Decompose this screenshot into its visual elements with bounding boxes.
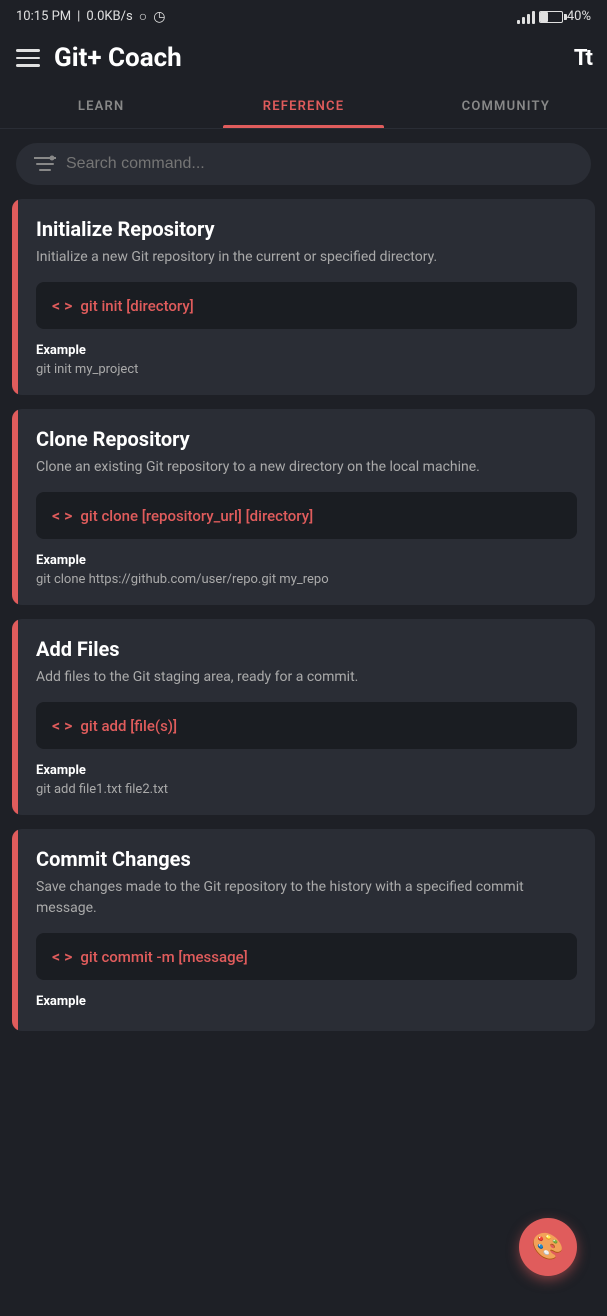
battery-percent: 40% xyxy=(567,9,591,24)
fab-icon: 🎨 xyxy=(532,1232,564,1262)
status-network-speed: 0.0KB/s xyxy=(86,9,132,24)
card-add[interactable]: Add Files Add files to the Git staging a… xyxy=(12,619,595,815)
search-bar xyxy=(16,143,591,185)
tab-community[interactable]: COMMUNITY xyxy=(405,87,607,128)
tab-reference[interactable]: REFERENCE xyxy=(202,87,404,128)
search-input[interactable] xyxy=(66,155,573,173)
card-clone-command: git clone [repository_url] [directory] xyxy=(80,507,313,525)
card-clone-example-text: git clone https://github.com/user/repo.g… xyxy=(36,572,577,587)
card-add-example-label: Example xyxy=(36,763,577,778)
status-bar: 10:15 PM | 0.0KB/s ○ ◷ 40% xyxy=(0,0,607,33)
code-brackets-icon: < > xyxy=(52,296,72,315)
status-right: 40% xyxy=(517,9,591,24)
menu-button[interactable] xyxy=(16,49,40,67)
signal-bar-1 xyxy=(517,20,520,24)
card-add-title: Add Files xyxy=(36,637,577,661)
card-init-description: Initialize a new Git repository in the c… xyxy=(36,247,577,268)
search-container xyxy=(0,129,607,199)
font-size-button[interactable]: Tt xyxy=(574,46,591,71)
card-commit-command: git commit -m [message] xyxy=(80,948,247,966)
app-bar: Git+ Coach Tt xyxy=(0,33,607,87)
signal-bar-2 xyxy=(522,17,525,24)
card-add-description: Add files to the Git staging area, ready… xyxy=(36,667,577,688)
fab-button[interactable]: 🎨 xyxy=(519,1218,577,1276)
card-clone-command-box: < > git clone [repository_url] [director… xyxy=(36,492,577,539)
card-init-title: Initialize Repository xyxy=(36,217,577,241)
card-add-command-box: < > git add [file(s)] xyxy=(36,702,577,749)
card-init-example-text: git init my_project xyxy=(36,362,577,377)
signal-bar-3 xyxy=(527,14,530,24)
card-add-command: git add [file(s)] xyxy=(80,717,177,735)
card-commit-example-label: Example xyxy=(36,994,577,1009)
card-commit-command-box: < > git commit -m [message] xyxy=(36,933,577,980)
tab-bar: LEARN REFERENCE COMMUNITY xyxy=(0,87,607,129)
code-brackets-icon: < > xyxy=(52,506,72,525)
card-init-example-label: Example xyxy=(36,343,577,358)
status-left: 10:15 PM | 0.0KB/s ○ ◷ xyxy=(16,8,165,25)
notification-icon: ○ xyxy=(139,8,147,25)
tab-learn[interactable]: LEARN xyxy=(0,87,202,128)
card-clone-example-label: Example xyxy=(36,553,577,568)
card-commit[interactable]: Commit Changes Save changes made to the … xyxy=(12,829,595,1031)
battery-icon xyxy=(539,11,563,23)
card-commit-title: Commit Changes xyxy=(36,847,577,871)
card-clone-title: Clone Repository xyxy=(36,427,577,451)
signal-bars xyxy=(517,10,535,24)
card-init-command-box: < > git init [directory] xyxy=(36,282,577,329)
card-clone-description: Clone an existing Git repository to a ne… xyxy=(36,457,577,478)
status-time: 10:15 PM xyxy=(16,9,71,24)
card-init[interactable]: Initialize Repository Initialize a new G… xyxy=(12,199,595,395)
cards-container: Initialize Repository Initialize a new G… xyxy=(0,199,607,1105)
search-filter-icon xyxy=(34,155,56,173)
clock-icon: ◷ xyxy=(153,9,165,25)
bottom-spacer xyxy=(12,1045,595,1105)
card-add-example-text: git add file1.txt file2.txt xyxy=(36,782,577,797)
signal-bar-4 xyxy=(532,11,535,24)
app-title: Git+ Coach xyxy=(54,43,182,73)
app-bar-left: Git+ Coach xyxy=(16,43,182,73)
card-clone[interactable]: Clone Repository Clone an existing Git r… xyxy=(12,409,595,605)
card-init-command: git init [directory] xyxy=(80,297,193,315)
code-brackets-icon: < > xyxy=(52,947,72,966)
battery-fill xyxy=(540,12,548,22)
card-commit-description: Save changes made to the Git repository … xyxy=(36,877,577,919)
code-brackets-icon: < > xyxy=(52,716,72,735)
status-network: | xyxy=(77,9,80,24)
